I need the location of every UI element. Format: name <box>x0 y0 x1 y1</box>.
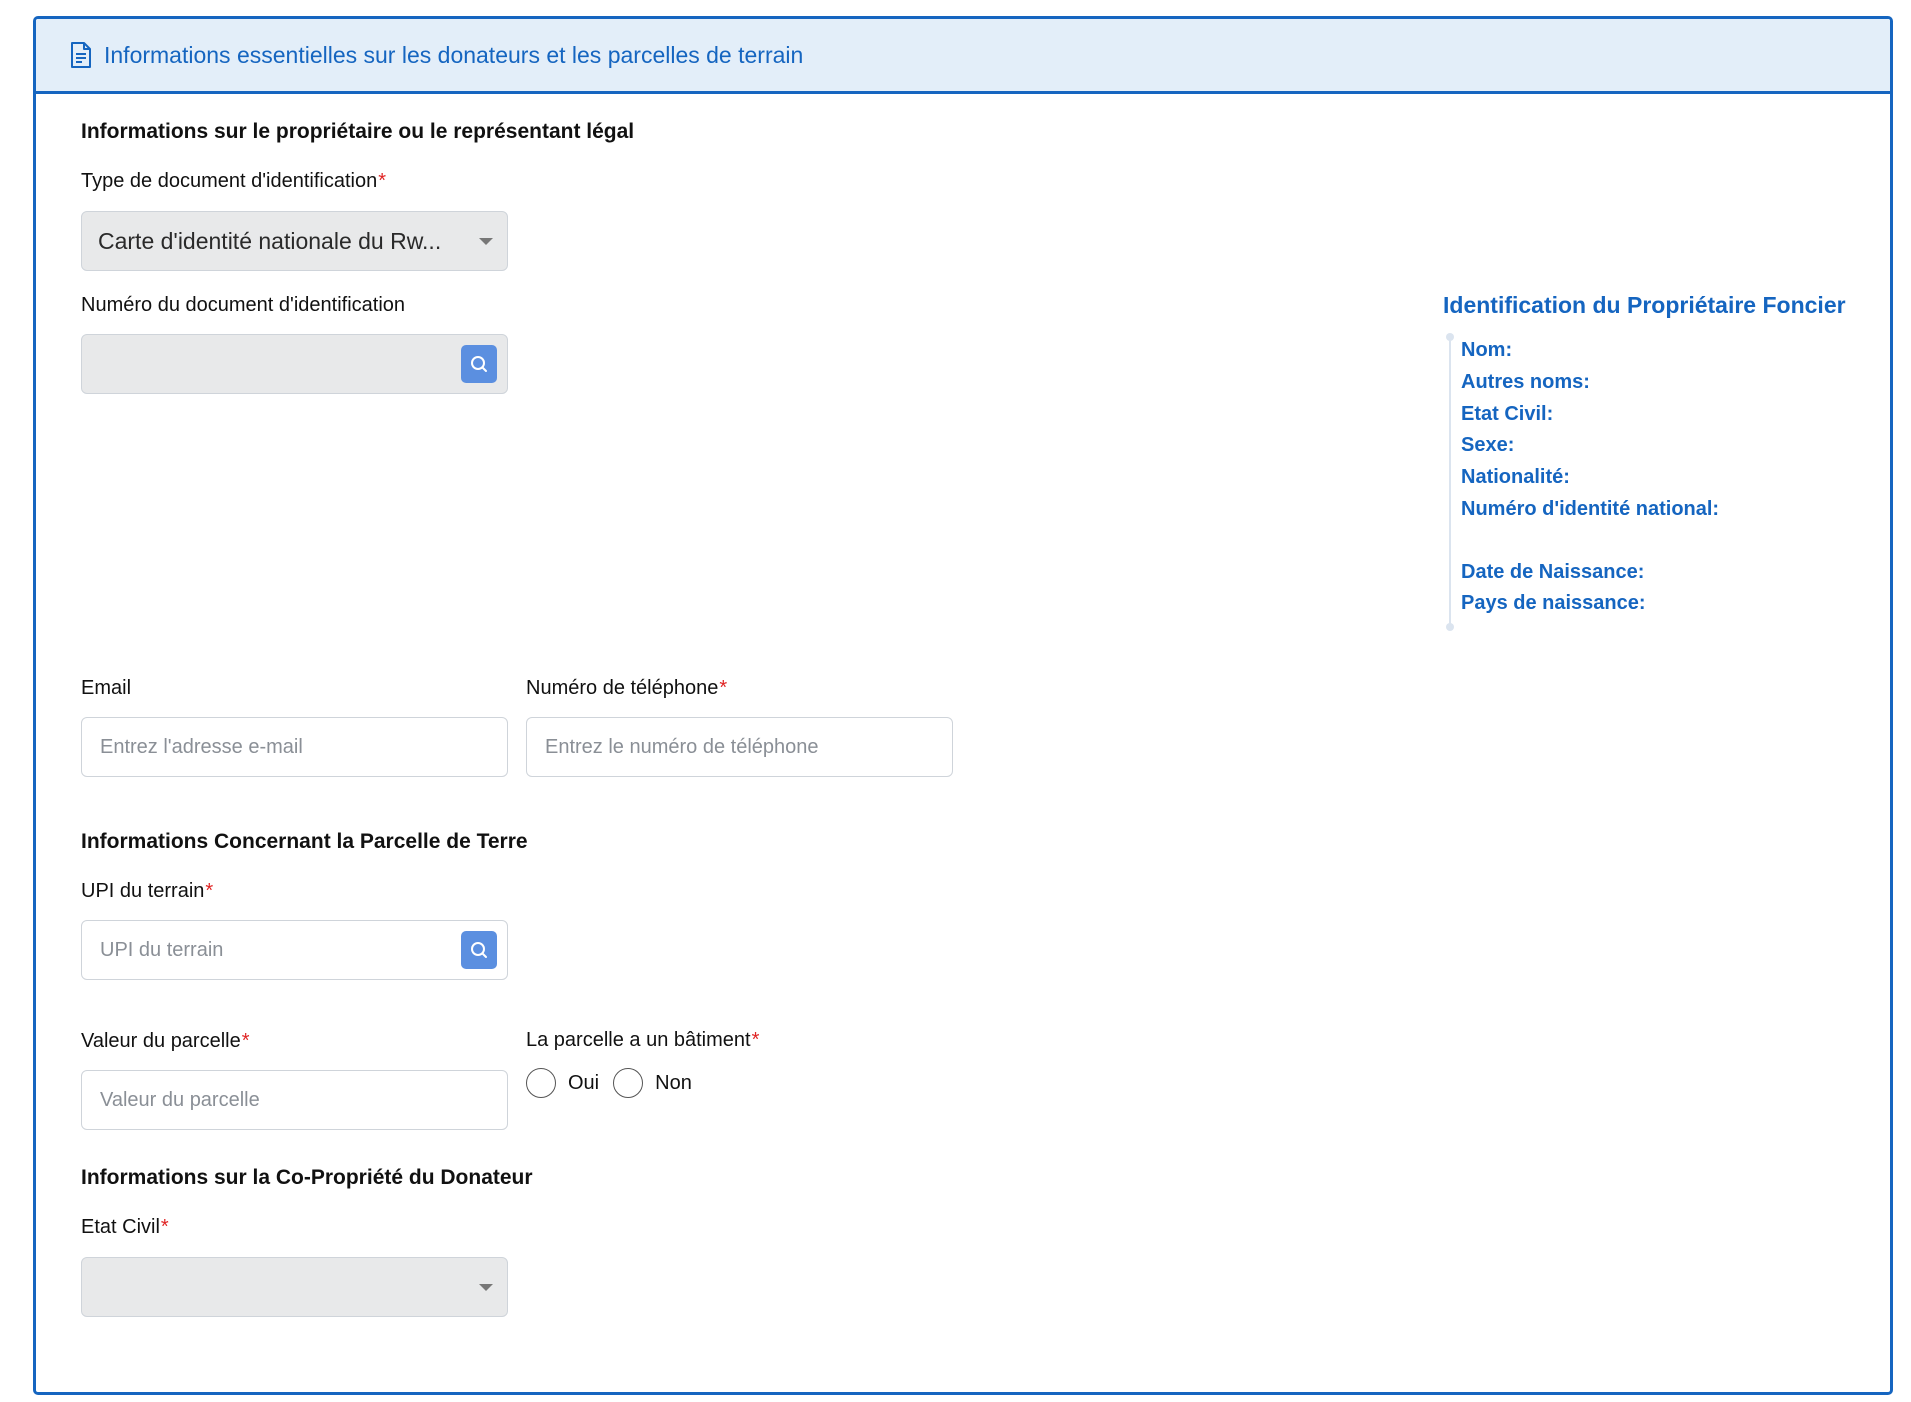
doc-type-value: Carte d'identité nationale du Rw... <box>98 227 442 254</box>
civil-status-label: Etat Civil* <box>81 1216 169 1239</box>
info-nom: Nom: <box>1461 339 1513 361</box>
info-date-naissance: Date de Naissance: <box>1461 561 1645 583</box>
search-icon <box>471 942 487 958</box>
required-marker: * <box>205 880 214 902</box>
upi-label-text: UPI du terrain <box>81 880 205 902</box>
parcel-value-input[interactable] <box>100 1088 497 1112</box>
upi-label: UPI du terrain* <box>81 880 213 903</box>
required-marker: * <box>241 1030 250 1052</box>
card-title: Informations essentielles sur les donate… <box>104 41 804 68</box>
phone-label-text: Numéro de téléphone <box>526 677 719 699</box>
owner-section-title: Informations sur le propriétaire ou le r… <box>81 120 635 143</box>
doc-number-search-button[interactable] <box>461 345 497 383</box>
email-field <box>81 717 508 777</box>
parcel-section-title: Informations Concernant la Parcelle de T… <box>81 830 528 853</box>
info-nationalite: Nationalité: <box>1461 466 1570 488</box>
doc-number-input[interactable] <box>100 352 461 376</box>
info-autres-noms: Autres noms: <box>1461 371 1590 393</box>
upi-field <box>81 920 508 980</box>
doc-number-label: Numéro du document d'identification <box>81 294 406 316</box>
doc-type-select[interactable]: Carte d'identité nationale du Rw... <box>81 211 508 271</box>
email-input[interactable] <box>100 735 497 759</box>
building-label: La parcelle a un bâtiment* <box>526 1029 759 1052</box>
phone-input[interactable] <box>545 735 942 759</box>
parcel-value-field <box>81 1070 508 1130</box>
chevron-down-icon <box>479 1283 493 1291</box>
coowner-section-title: Informations sur la Co-Propriété du Dona… <box>81 1166 533 1189</box>
building-radio-group: Oui Non <box>526 1068 706 1098</box>
parcel-value-label: Valeur du parcelle* <box>81 1030 250 1053</box>
upi-input[interactable] <box>100 938 461 962</box>
document-icon <box>70 41 92 69</box>
phone-field <box>526 717 953 777</box>
building-label-text: La parcelle a un bâtiment <box>526 1029 751 1051</box>
radio-yes-label[interactable]: Oui <box>568 1072 599 1095</box>
required-marker: * <box>160 1216 169 1238</box>
doc-type-label: Type de document d'identification* <box>81 170 386 193</box>
timeline-line <box>1446 333 1454 631</box>
upi-search-button[interactable] <box>461 931 497 969</box>
info-pays-naissance: Pays de naissance: <box>1461 592 1646 614</box>
radio-no-label[interactable]: Non <box>655 1072 692 1095</box>
required-marker: * <box>719 677 728 699</box>
info-etat-civil: Etat Civil: <box>1461 403 1554 425</box>
required-marker: * <box>378 170 387 192</box>
search-icon <box>471 356 487 372</box>
info-sexe: Sexe: <box>1461 434 1515 456</box>
card-header: Informations essentielles sur les donate… <box>36 19 1890 94</box>
civil-status-select[interactable] <box>81 1257 508 1317</box>
chevron-down-icon <box>479 237 493 245</box>
civil-status-label-text: Etat Civil <box>81 1216 160 1238</box>
radio-yes[interactable] <box>526 1068 556 1098</box>
parcel-value-label-text: Valeur du parcelle <box>81 1030 241 1052</box>
doc-type-label-text: Type de document d'identification <box>81 170 378 192</box>
phone-label: Numéro de téléphone* <box>526 677 727 700</box>
info-numero-identite: Numéro d'identité national: <box>1461 498 1720 520</box>
radio-no[interactable] <box>613 1068 644 1098</box>
email-label: Email <box>81 677 132 699</box>
identification-panel-title: Identification du Propriétaire Foncier <box>1443 292 1846 318</box>
required-marker: * <box>751 1029 760 1051</box>
doc-number-field <box>81 334 508 394</box>
